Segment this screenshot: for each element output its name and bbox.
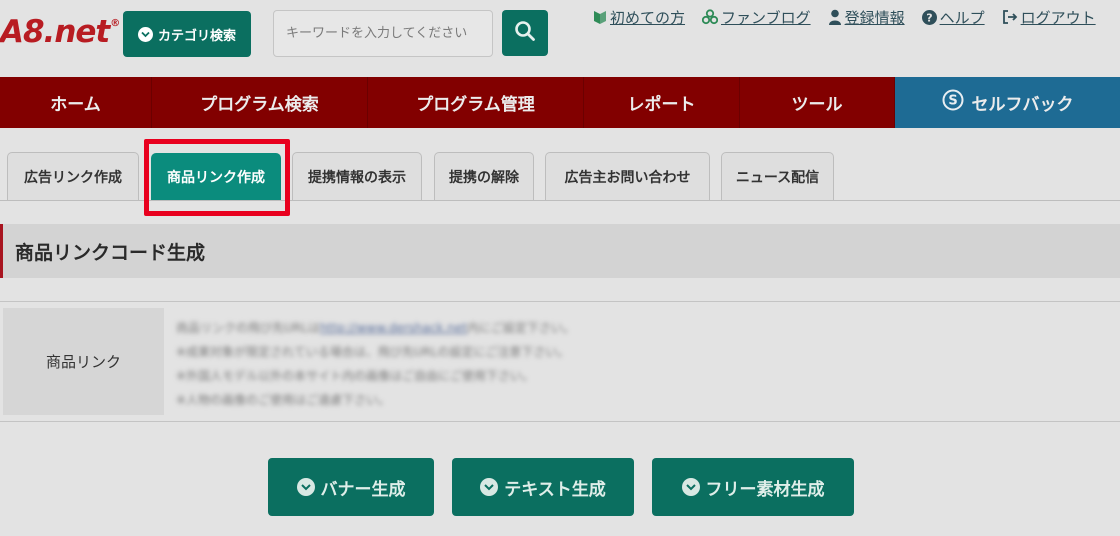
tab-partnership-info[interactable]: 提携情報の表示 [292,152,422,201]
nav-tools[interactable]: ツール [740,77,895,128]
chevron-down-icon [681,478,700,496]
utility-links: 初めての方 ファンブログ 登録情報 ? ヘルプ ログアウト [593,6,1120,28]
free-material-generate-label: フリー素材生成 [705,479,825,500]
section-title: 商品リンクコード生成 [0,224,1120,278]
search-icon [514,20,536,46]
chevron-down-icon [137,26,153,42]
chevron-down-icon [296,478,315,496]
free-material-generate-button[interactable]: フリー素材生成 [652,458,854,516]
svg-text:S: S [948,94,957,109]
row-divider-top [0,301,1120,302]
text-generate-label: テキスト生成 [504,479,606,500]
user-icon [828,9,842,25]
link-beginner[interactable]: 初めての方 [593,7,685,28]
desc-line-4: ※人物の画像のご使用はご遠慮下さい。 [176,393,391,407]
nav-program-search[interactable]: プログラム検索 [152,77,368,128]
desc-line-2: ※成果対象が限定されている場合は、飛び先URLの設定にご注意下さい。 [176,345,570,359]
nav-program-management[interactable]: プログラム管理 [368,77,584,128]
keyword-search-input[interactable] [273,10,493,57]
svg-text:?: ? [926,11,932,24]
logout-icon [1002,9,1018,25]
link-fan-blog-label: ファンブログ [721,8,811,27]
row-divider-bottom [0,421,1120,422]
link-logout[interactable]: ログアウト [1002,7,1096,28]
a8-logo[interactable]: A8.net® [0,14,120,50]
category-search-label: カテゴリ検索 [157,28,236,44]
sub-tabs: 広告リンク作成 商品リンク作成 提携情報の表示 提携の解除 広告主お問い合わせ … [0,128,1120,201]
tab-ad-link[interactable]: 広告リンク作成 [7,152,139,201]
nav-report[interactable]: レポート [584,77,740,128]
category-search-button[interactable]: カテゴリ検索 [123,11,251,57]
banner-generate-label: バナー生成 [320,479,406,500]
logo-text: A8.net [0,14,110,50]
desc-line-3: ※外国人モデル以外の本サイト内の画像はご自由にご使用下さい。 [176,369,534,383]
fan-blog-icon [702,9,719,25]
desc-line-1-text: 商品リンクの飛び先URLは [176,321,320,335]
beginner-leaf-icon [593,9,607,25]
tab-product-link[interactable]: 商品リンク作成 [151,153,281,200]
header: A8.net® カテゴリ検索 初めての方 ファンブログ [0,0,1120,76]
nav-selfback[interactable]: S セルフバック [895,77,1120,128]
tabs-divider [0,200,1120,201]
link-help[interactable]: ? ヘルプ [921,7,985,28]
product-link-label: 商品リンク [3,308,164,415]
domain-link[interactable]: http://www.dershack.net [320,321,467,335]
text-generate-button[interactable]: テキスト生成 [452,458,634,516]
link-beginner-label: 初めての方 [610,8,686,27]
main-nav: ホーム プログラム検索 プログラム管理 レポート ツール S セルフバック [0,77,1120,128]
nav-selfback-label: セルフバック [971,95,1074,115]
chevron-down-icon [480,478,499,496]
help-icon: ? [921,9,937,25]
nav-home[interactable]: ホーム [0,77,152,128]
tab-advertiser-contact[interactable]: 広告主お問い合わせ [545,152,710,201]
search-button[interactable] [502,10,548,56]
tab-cancel-partnership[interactable]: 提携の解除 [434,152,534,201]
link-logout-label: ログアウト [1020,8,1096,27]
link-fan-blog[interactable]: ファンブログ [702,7,811,28]
banner-generate-button[interactable]: バナー生成 [268,458,434,516]
product-link-description: 商品リンクの飛び先URLはhttp://www.dershack.net内にご設… [176,316,736,412]
registered-mark: ® [110,18,120,29]
selfback-icon: S [942,89,964,116]
tab-news[interactable]: ニュース配信 [721,152,834,201]
desc-line-1-tail: 内にご設定下さい。 [466,321,575,335]
link-help-label: ヘルプ [939,8,985,27]
link-registration-info[interactable]: 登録情報 [828,7,905,28]
desc-line-1: 商品リンクの飛び先URLはhttp://www.dershack.net内にご設… [176,316,736,340]
link-registration-info-label: 登録情報 [844,8,905,27]
